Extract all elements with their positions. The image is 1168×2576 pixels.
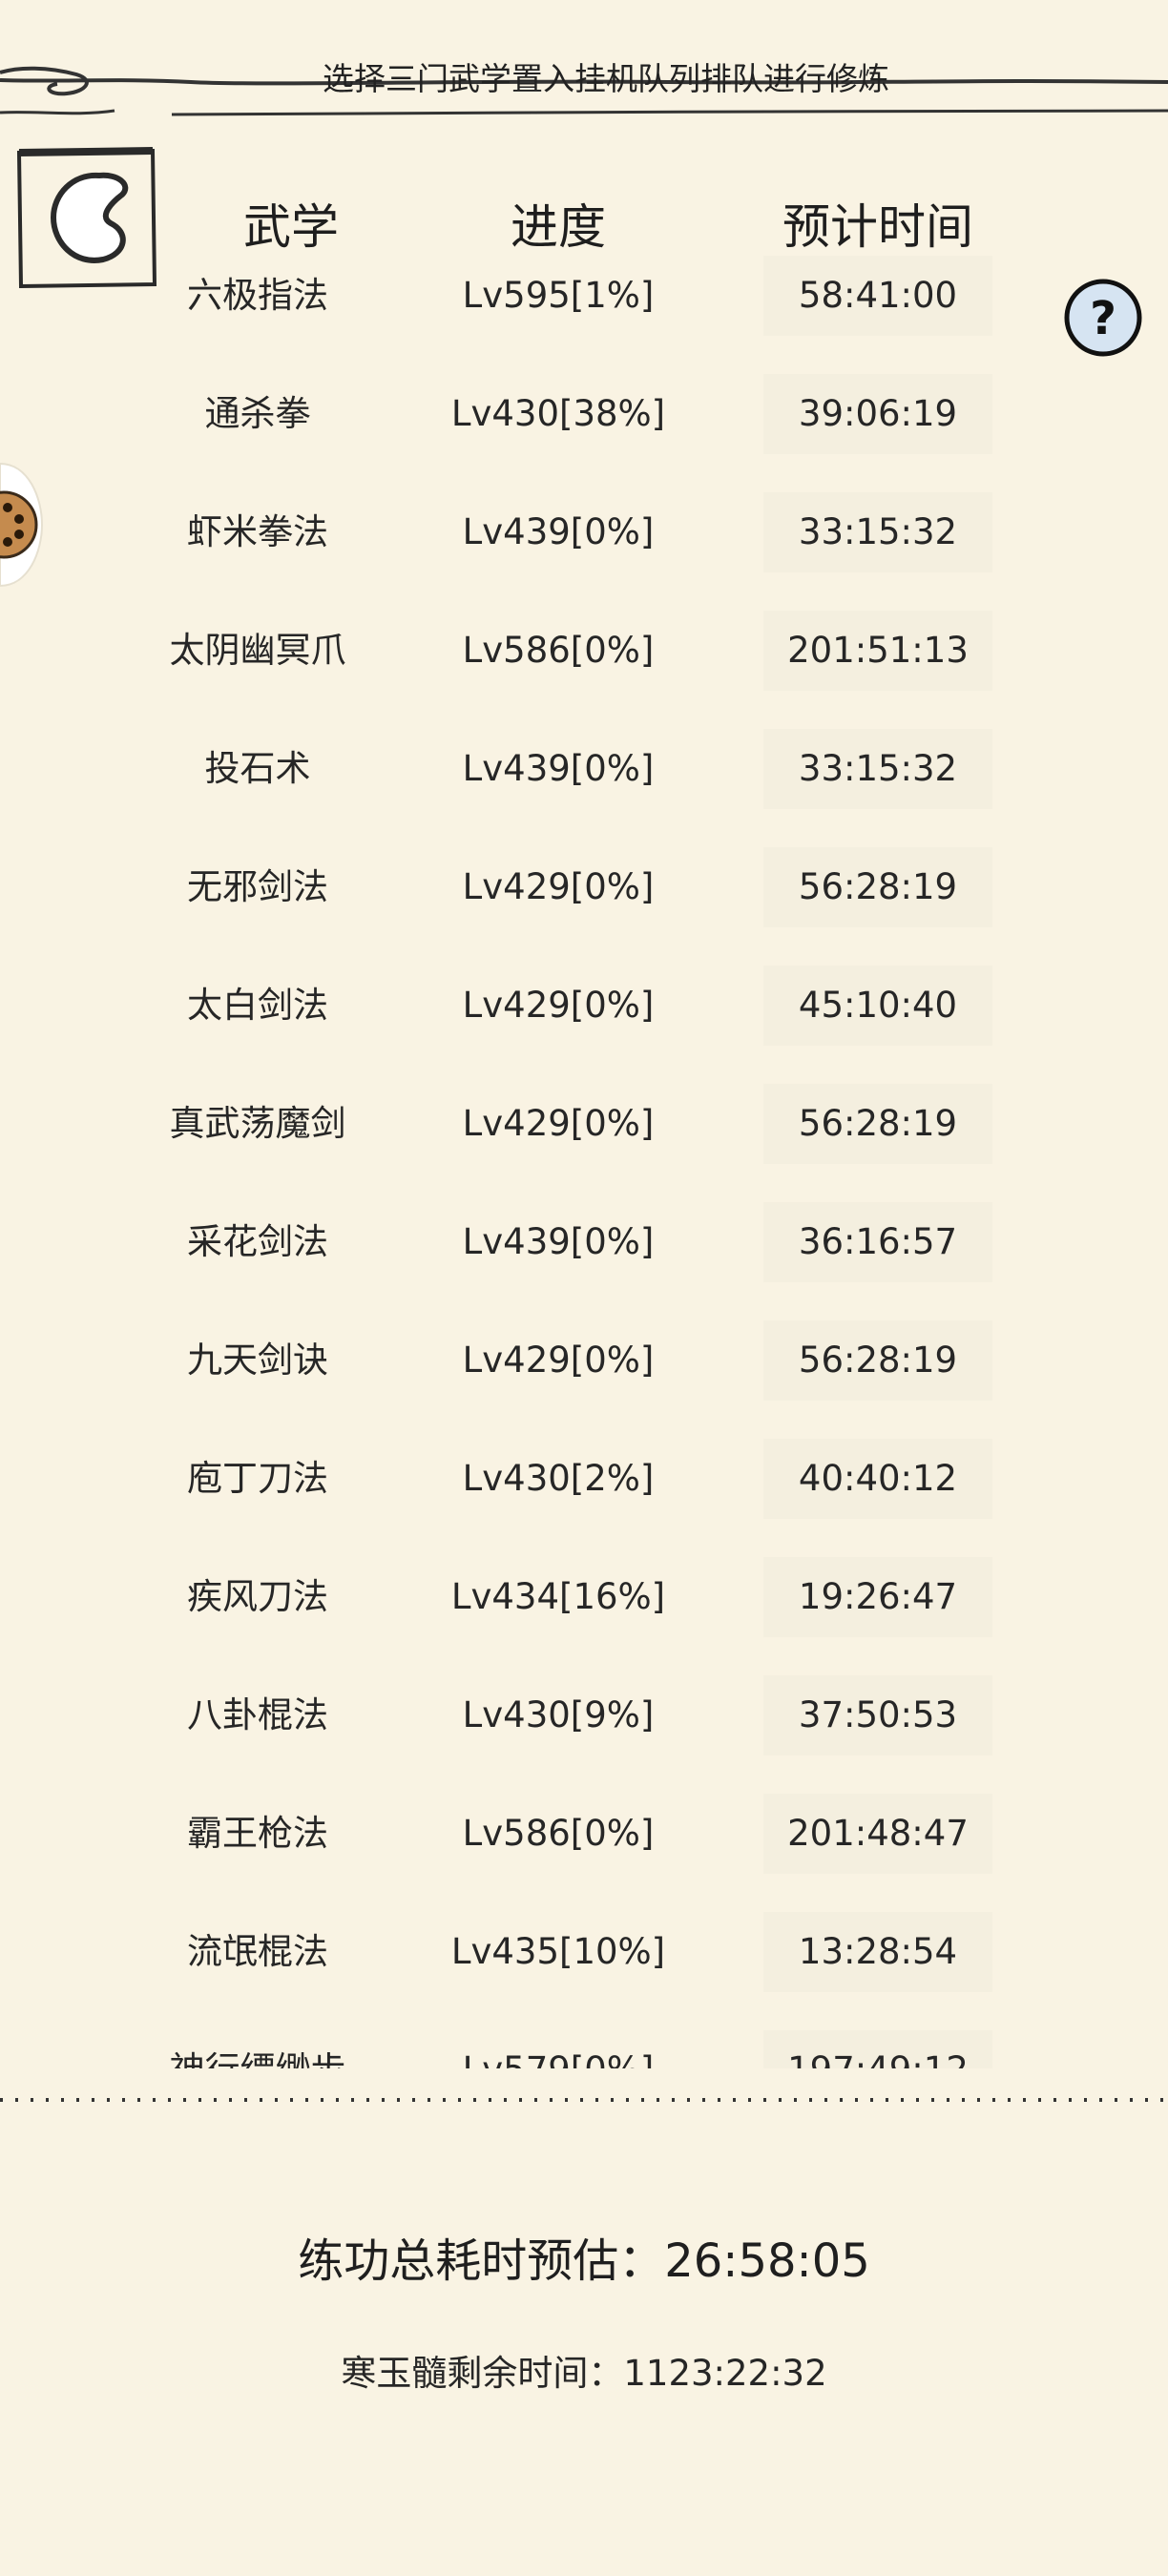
- list-item[interactable]: 采花剑法 Lv439[0%] 36:16:57: [0, 1202, 1168, 1320]
- skill-time: 33:15:32: [798, 748, 958, 789]
- skill-time: 40:40:12: [798, 1458, 958, 1499]
- skill-progress: Lv439[0%]: [462, 1221, 655, 1262]
- skill-progress: Lv429[0%]: [462, 866, 655, 907]
- list-item[interactable]: 霸王枪法 Lv586[0%] 201:48:47: [0, 1794, 1168, 1912]
- skill-progress: Lv430[2%]: [462, 1458, 655, 1499]
- skill-name: 投石术: [204, 748, 311, 789]
- skill-time: 56:28:19: [798, 1103, 958, 1144]
- list-item[interactable]: 流氓棍法 Lv435[10%] 13:28:54: [0, 1912, 1168, 2030]
- list-item[interactable]: 太白剑法 Lv429[0%] 45:10:40: [0, 966, 1168, 1084]
- list-item[interactable]: 无邪剑法 Lv429[0%] 56:28:19: [0, 847, 1168, 966]
- skill-time: 56:28:19: [798, 866, 958, 907]
- dotted-divider: [0, 2098, 1168, 2102]
- skill-name: 太阴幽冥爪: [169, 630, 346, 671]
- skill-progress: Lv595[1%]: [462, 275, 655, 316]
- skill-time: 13:28:54: [798, 1931, 958, 1972]
- header: 选择三门武学置入挂机队列排队进行修炼: [0, 0, 1168, 124]
- skill-progress: Lv439[0%]: [462, 748, 655, 789]
- skill-name: 真武荡魔剑: [169, 1103, 346, 1144]
- skill-time: 36:16:57: [798, 1221, 958, 1262]
- martial-arts-list[interactable]: 六极指法 Lv595[1%] 58:41:00 通杀拳 Lv430[38%] 3…: [0, 256, 1168, 2068]
- total-training-time: 练功总耗时预估：26:58:05: [298, 2234, 870, 2288]
- list-item[interactable]: 疾风刀法 Lv434[16%] 19:26:47: [0, 1557, 1168, 1675]
- skill-progress: Lv439[0%]: [462, 511, 655, 552]
- column-header-name: 武学: [243, 199, 339, 255]
- list-item[interactable]: 八卦棍法 Lv430[9%] 37:50:53: [0, 1675, 1168, 1794]
- skill-name: 霸王枪法: [187, 1813, 328, 1854]
- remaining-resource-time: 寒玉髓剩余时间：1123:22:32: [341, 2353, 827, 2394]
- page-title: 选择三门武学置入挂机队列排队进行修炼: [323, 60, 889, 97]
- skill-progress: Lv430[38%]: [450, 393, 666, 434]
- list-item[interactable]: 虾米拳法 Lv439[0%] 33:15:32: [0, 492, 1168, 611]
- skill-name: 虾米拳法: [187, 511, 328, 552]
- skill-time: 33:15:32: [798, 511, 958, 552]
- skill-name: 通杀拳: [204, 393, 311, 434]
- list-item[interactable]: 六极指法 Lv595[1%] 58:41:00: [0, 256, 1168, 374]
- skill-progress: Lv586[0%]: [462, 630, 655, 671]
- skill-time: 197:49:12: [754, 2042, 1002, 2068]
- skill-progress: Lv434[16%]: [450, 1576, 666, 1617]
- column-headers: 武学 进度 预计时间: [0, 189, 1168, 256]
- skill-name: 九天剑诀: [187, 1340, 328, 1381]
- skill-name: 神行缥缈步: [134, 2042, 382, 2068]
- skill-time: 201:51:13: [787, 630, 969, 671]
- skill-name: 流氓棍法: [187, 1931, 328, 1972]
- list-item[interactable]: 庖丁刀法 Lv430[2%] 40:40:12: [0, 1439, 1168, 1557]
- skill-time: 56:28:19: [798, 1340, 958, 1381]
- column-header-time: 预计时间: [782, 199, 973, 255]
- list-item[interactable]: 投石术 Lv439[0%] 33:15:32: [0, 729, 1168, 847]
- skill-name: 采花剑法: [187, 1221, 328, 1262]
- column-header-progress: 进度: [511, 199, 606, 255]
- skill-progress: Lv586[0%]: [462, 1813, 655, 1854]
- skill-progress: Lv429[0%]: [462, 1103, 655, 1144]
- skill-time: 37:50:53: [798, 1694, 958, 1735]
- skill-name: 太白剑法: [187, 985, 328, 1026]
- list-item[interactable]: 神行缥缈步 Lv579[0%] 197:49:12: [0, 2030, 1168, 2068]
- skill-time: 19:26:47: [798, 1576, 958, 1617]
- skill-time: 58:41:00: [798, 275, 958, 316]
- list-item[interactable]: 太阴幽冥爪 Lv586[0%] 201:51:13: [0, 611, 1168, 729]
- skill-name: 八卦棍法: [187, 1694, 328, 1735]
- list-item[interactable]: 九天剑诀 Lv429[0%] 56:28:19: [0, 1320, 1168, 1439]
- skill-progress: Lv579[0%]: [439, 2042, 678, 2068]
- skill-time: 45:10:40: [798, 985, 958, 1026]
- skill-name: 疾风刀法: [187, 1576, 328, 1617]
- skill-progress: Lv430[9%]: [462, 1694, 655, 1735]
- skill-time: 201:48:47: [787, 1813, 969, 1854]
- skill-name: 无邪剑法: [187, 866, 328, 907]
- skill-progress: Lv429[0%]: [462, 985, 655, 1026]
- skill-name: 庖丁刀法: [187, 1458, 328, 1499]
- skill-progress: Lv429[0%]: [462, 1340, 655, 1381]
- skill-progress: Lv435[10%]: [450, 1931, 666, 1972]
- skill-name: 六极指法: [187, 275, 328, 316]
- list-item[interactable]: 真武荡魔剑 Lv429[0%] 56:28:19: [0, 1084, 1168, 1202]
- list-item[interactable]: 通杀拳 Lv430[38%] 39:06:19: [0, 374, 1168, 492]
- skill-time: 39:06:19: [798, 393, 958, 434]
